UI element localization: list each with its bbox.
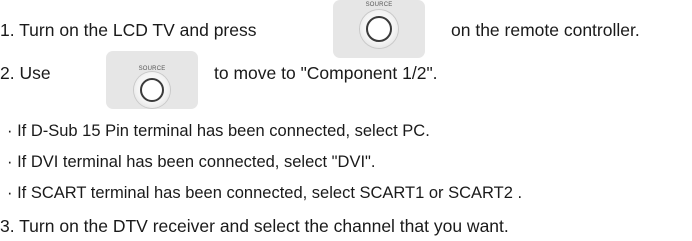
bullet-dsub: · If D-Sub 15 Pin terminal has been conn…: [7, 122, 430, 140]
source-button-image-step1: SOURCE: [333, 0, 425, 58]
bullet-dvi: · If DVI terminal has been connected, se…: [7, 153, 376, 171]
source-button-icon: [360, 10, 398, 48]
bullet-scart: · If SCART terminal has been connected, …: [7, 184, 523, 202]
step-2-text-before: 2. Use: [0, 63, 51, 83]
step-1-text-after: on the remote controller.: [451, 20, 640, 40]
source-button-image-step2: SOURCE: [106, 51, 198, 109]
source-button-label: SOURCE: [365, 2, 393, 8]
step-1-text-before: 1. Turn on the LCD TV and press: [0, 20, 257, 40]
step-2-text-after: to move to "Component 1/2".: [214, 63, 438, 83]
step-3-text: 3. Turn on the DTV receiver and select t…: [0, 216, 509, 236]
source-button-icon: [134, 72, 170, 108]
